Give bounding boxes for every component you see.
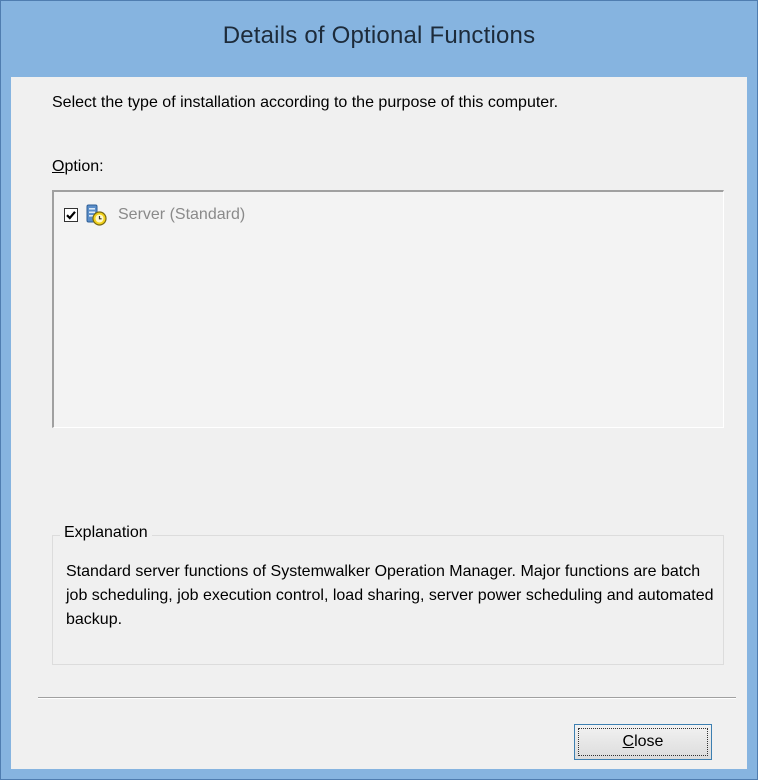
window-title: Details of Optional Functions	[222, 22, 536, 49]
explanation-title: Explanation	[60, 524, 152, 542]
instruction-text: Select the type of installation accordin…	[52, 94, 559, 111]
title-bar[interactable]: Details of Optional Functions	[1, 1, 757, 77]
explanation-text: Standard server functions of Systemwalke…	[66, 563, 714, 628]
option-label-text: ption:	[64, 158, 104, 175]
option-label: Option:	[52, 158, 104, 176]
option-list[interactable]: Server (Standard)	[52, 190, 724, 428]
divider	[38, 697, 736, 699]
focus-indicator	[578, 728, 708, 756]
server-clock-icon	[86, 204, 107, 226]
list-item-server-standard[interactable]: Server (Standard)	[64, 204, 245, 226]
close-button[interactable]: Close	[574, 724, 712, 760]
option-label-mnemonic: O	[52, 158, 65, 175]
server-standard-checkbox[interactable]	[64, 208, 78, 222]
list-item-label: Server (Standard)	[118, 206, 246, 223]
checkmark-icon	[66, 211, 76, 220]
